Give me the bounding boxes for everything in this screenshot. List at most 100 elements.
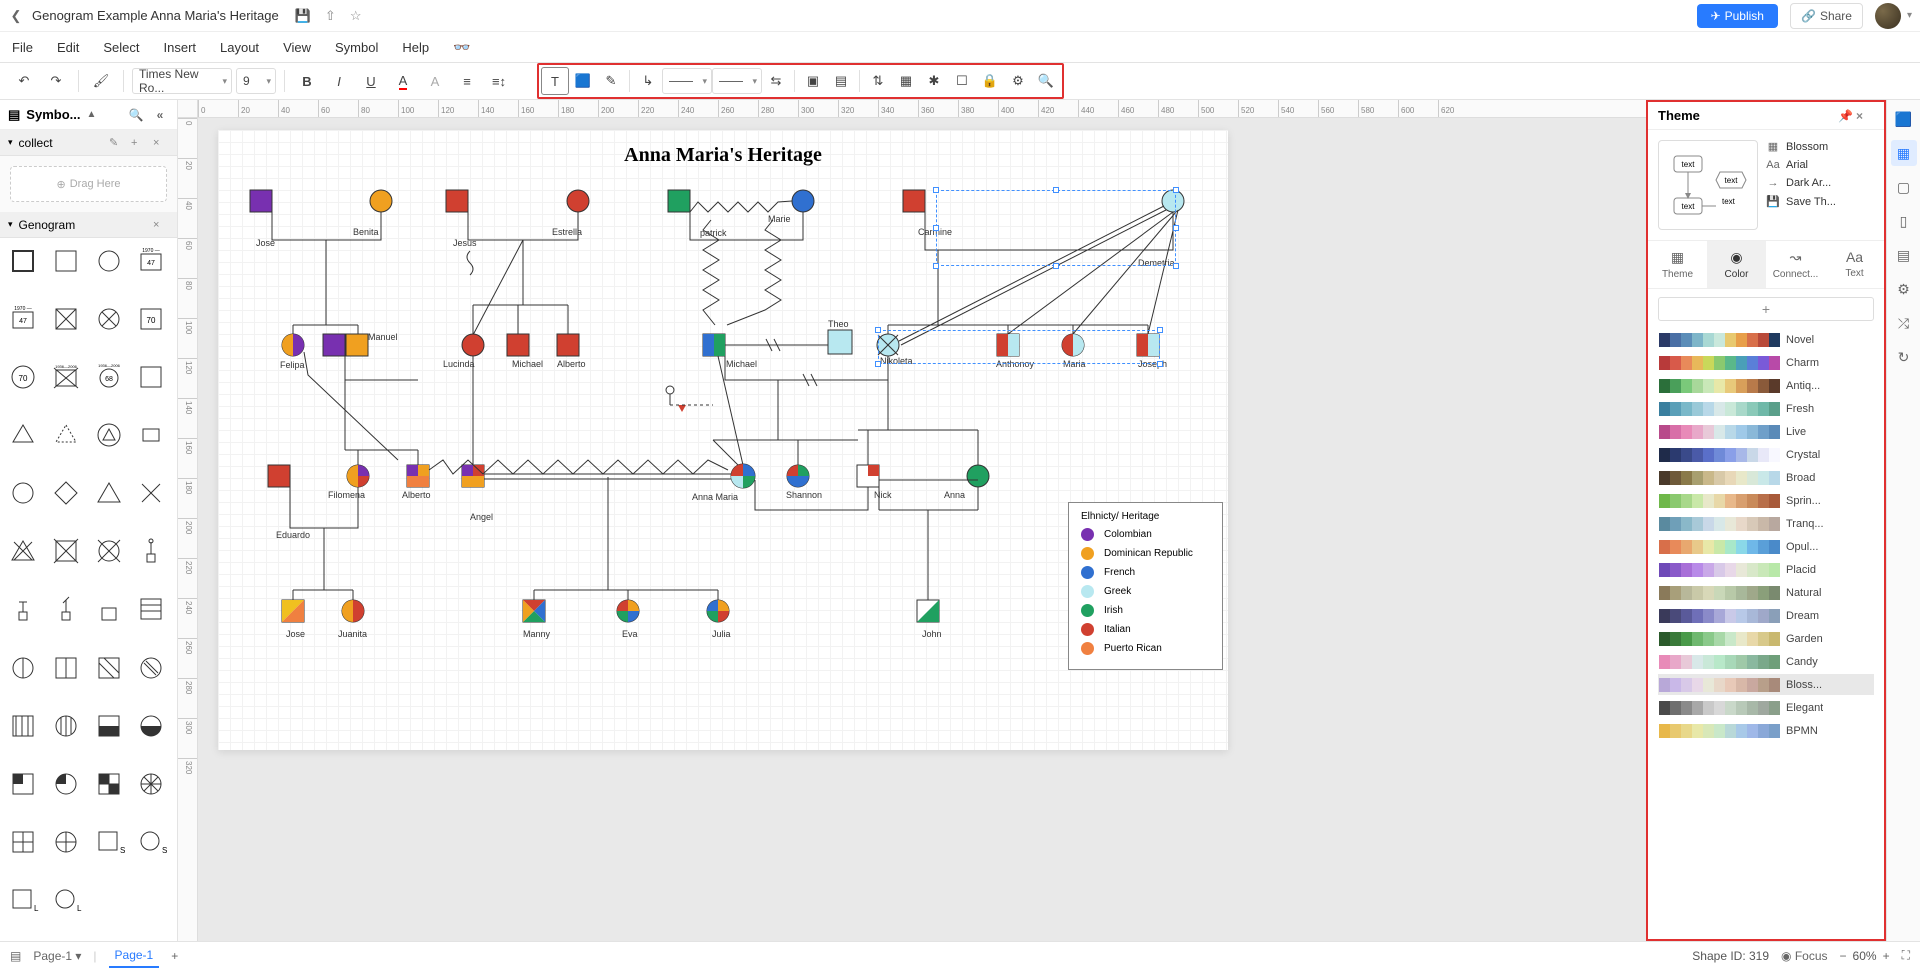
symbol-triangle[interactable]	[92, 476, 126, 510]
color-theme-row[interactable]: Opul...	[1658, 536, 1874, 557]
tab-color[interactable]: ◉Color	[1707, 241, 1766, 288]
menu-file[interactable]: File	[12, 40, 33, 55]
chevron-up-icon[interactable]: ▲	[86, 109, 96, 120]
symbol-tri-circle[interactable]	[92, 418, 126, 452]
symbol-quarter-circ[interactable]	[49, 767, 83, 801]
theme-opt-blossom[interactable]: ▦Blossom	[1766, 140, 1874, 153]
avatar[interactable]	[1875, 3, 1901, 29]
underline-button[interactable]: U	[357, 67, 385, 95]
lock-button[interactable]: 🔒	[976, 67, 1004, 95]
symbol-half-circ[interactable]	[6, 651, 40, 685]
page-canvas[interactable]: Anna Maria's Heritage	[218, 130, 1228, 750]
symbol-grid-sq[interactable]	[92, 767, 126, 801]
symbol-tree3[interactable]	[49, 592, 83, 626]
collect-section-header[interactable]: ▾ collect ✎ + ×	[0, 130, 177, 156]
search-button[interactable]: 🔍	[1032, 67, 1060, 95]
drag-here-zone[interactable]: ⊕ Drag Here	[10, 166, 167, 202]
present-tool-icon[interactable]: ▯	[1891, 208, 1917, 234]
symbol-empty-sq[interactable]	[134, 360, 168, 394]
group-button[interactable]: ▦	[892, 67, 920, 95]
symbol-sq-s[interactable]: S	[92, 825, 126, 859]
shuffle-tool-icon[interactable]: ⤮	[1891, 310, 1917, 336]
redo-button[interactable]: ↷	[42, 67, 70, 95]
theme-opt-dark[interactable]: →Dark Ar...	[1766, 177, 1874, 189]
symbol-x[interactable]	[134, 476, 168, 510]
symbol-70-box[interactable]: 70	[134, 302, 168, 336]
layers-tool-icon[interactable]: ▢	[1891, 174, 1917, 200]
symbol-tree1[interactable]	[134, 534, 168, 568]
symbol-half-fill-sq[interactable]	[92, 709, 126, 743]
symbol-deceased-sq[interactable]: 1936—2006	[49, 360, 83, 394]
fill-color-button[interactable]: 🟦	[569, 67, 597, 95]
arrow-style-button[interactable]: ⇆	[762, 67, 790, 95]
zoom-in-button[interactable]: +	[1883, 949, 1890, 963]
close-icon[interactable]: ×	[153, 219, 169, 231]
color-theme-row[interactable]: Charm	[1658, 352, 1874, 373]
symbol-spoke-circ[interactable]	[134, 767, 168, 801]
symbol-circle[interactable]	[92, 244, 126, 278]
symbol-half-sq[interactable]	[49, 651, 83, 685]
symbol-tri-down[interactable]	[6, 418, 40, 452]
history-tool-icon[interactable]: ↻	[1891, 344, 1917, 370]
avatar-caret-icon[interactable]: ▾	[1907, 10, 1912, 21]
symbol-square-x[interactable]	[49, 302, 83, 336]
color-theme-row[interactable]: Sprin...	[1658, 490, 1874, 511]
symbol-square-thin[interactable]	[49, 244, 83, 278]
menu-view[interactable]: View	[283, 40, 311, 55]
tab-text[interactable]: AaText	[1825, 241, 1884, 288]
color-theme-row[interactable]: Broad	[1658, 467, 1874, 488]
star-icon[interactable]: ☆	[350, 8, 362, 24]
crop-button[interactable]: ☐	[948, 67, 976, 95]
theme-opt-save[interactable]: 💾Save Th...	[1766, 195, 1874, 208]
font-select[interactable]: Times New Ro...▾	[132, 68, 232, 94]
color-theme-row[interactable]: Natural	[1658, 582, 1874, 603]
color-theme-row[interactable]: Bloss...	[1658, 674, 1874, 695]
symbol-diamond[interactable]	[49, 476, 83, 510]
save-icon[interactable]: 💾	[295, 8, 311, 24]
theme-tool-icon[interactable]: ▦	[1891, 140, 1917, 166]
publish-button[interactable]: ✈Publish	[1697, 4, 1778, 28]
color-theme-row[interactable]: Novel	[1658, 329, 1874, 350]
symbol-cross-sq[interactable]	[6, 825, 40, 859]
symbol-rect3[interactable]	[92, 592, 126, 626]
symbol-square[interactable]	[6, 244, 40, 278]
color-theme-row[interactable]: Dream	[1658, 605, 1874, 626]
menu-edit[interactable]: Edit	[57, 40, 79, 55]
symbol-date-box2[interactable]: 471970 —	[6, 302, 40, 336]
add-page-button[interactable]: +	[171, 949, 178, 963]
symbol-rect-small[interactable]	[134, 418, 168, 452]
share-button[interactable]: 🔗Share	[1790, 3, 1863, 29]
text-color-button[interactable]: A	[389, 67, 417, 95]
line-style-select[interactable]: ▾	[662, 68, 712, 94]
menu-select[interactable]: Select	[103, 40, 139, 55]
plus-icon[interactable]: +	[131, 137, 147, 149]
color-theme-row[interactable]: Candy	[1658, 651, 1874, 672]
glasses-icon[interactable]: 👓	[453, 39, 470, 56]
pin-icon[interactable]: 📌	[1838, 109, 1856, 123]
tab-connector[interactable]: ↝Connect...	[1766, 241, 1825, 288]
format-painter-button[interactable]: 🖌	[87, 67, 115, 95]
color-theme-row[interactable]: Tranq...	[1658, 513, 1874, 534]
color-theme-row[interactable]: Antiq...	[1658, 375, 1874, 396]
color-theme-row[interactable]: Live	[1658, 421, 1874, 442]
back-icon[interactable]: ❮	[8, 8, 24, 24]
color-theme-row[interactable]: Crystal	[1658, 444, 1874, 465]
bring-front-button[interactable]: ▣	[799, 67, 827, 95]
canvas[interactable]: 0204060801001201401601802002202402602803…	[178, 100, 1646, 941]
close-icon[interactable]: ×	[1856, 109, 1874, 123]
connector-type-button[interactable]: ↳	[634, 67, 662, 95]
symbol-circ-x2[interactable]	[92, 534, 126, 568]
symbol-circ-l[interactable]: L	[49, 883, 83, 917]
color-theme-row[interactable]: Garden	[1658, 628, 1874, 649]
color-theme-row[interactable]: Fresh	[1658, 398, 1874, 419]
fullscreen-button[interactable]: ⛶	[1902, 948, 1910, 963]
focus-button[interactable]: ◉ Focus	[1781, 949, 1828, 963]
collapse-icon[interactable]: «	[151, 108, 169, 122]
line-spacing-button[interactable]: ≡↕	[485, 67, 513, 95]
menu-insert[interactable]: Insert	[164, 40, 197, 55]
automation-tool-icon[interactable]: ⚙	[1891, 276, 1917, 302]
symbol-corner-sq[interactable]	[6, 767, 40, 801]
symbol-half-fill-circ[interactable]	[134, 709, 168, 743]
distribute-button[interactable]: ✱	[920, 67, 948, 95]
bold-button[interactable]: B	[293, 67, 321, 95]
